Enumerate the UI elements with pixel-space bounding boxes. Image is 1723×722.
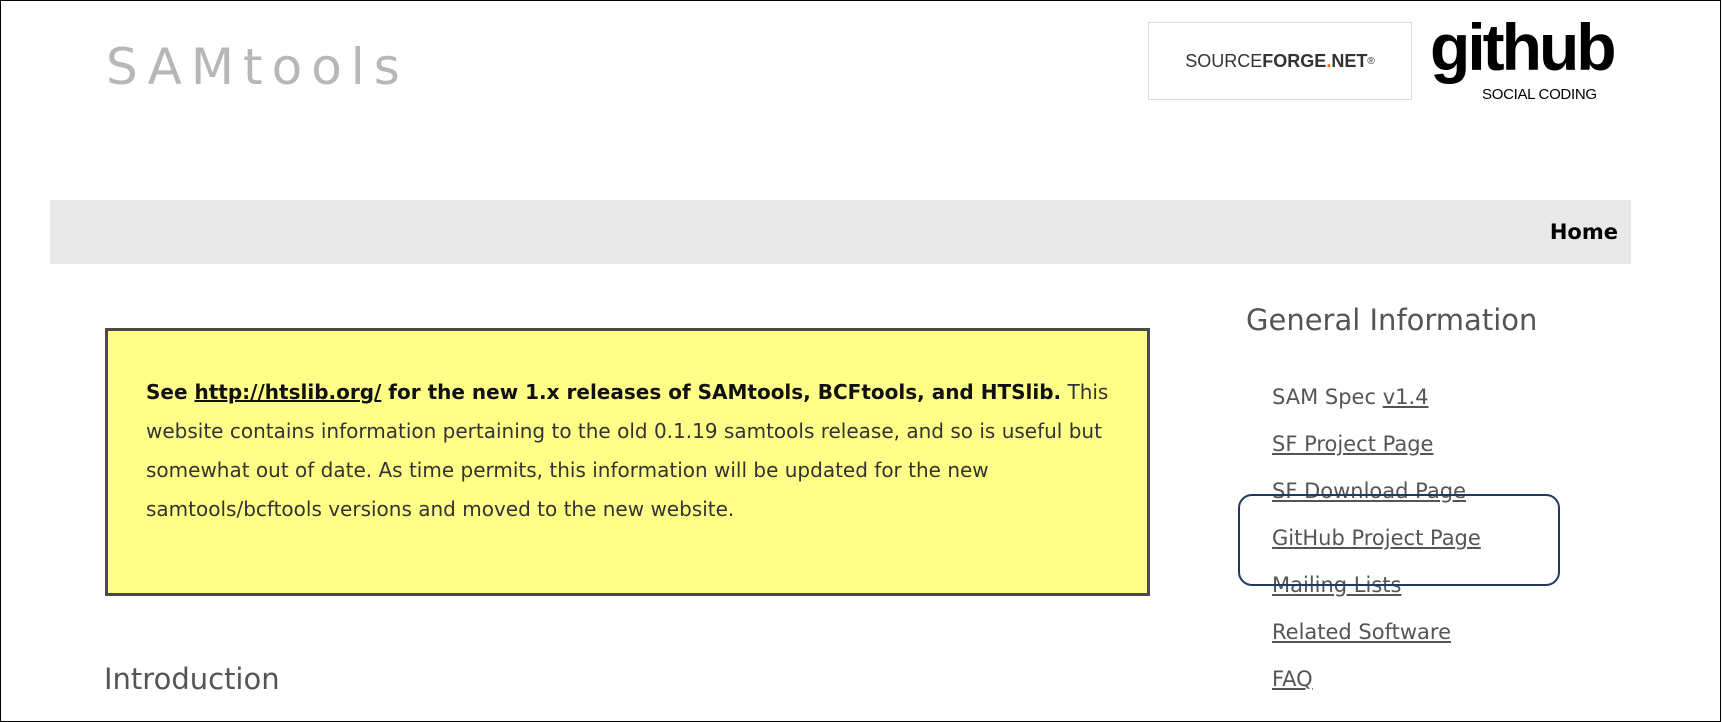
introduction-heading: Introduction — [104, 662, 280, 696]
nav-home-link[interactable]: Home — [1550, 220, 1618, 244]
notice-prefix: See — [146, 380, 195, 404]
sourceforge-logo-part1: SOURCE — [1185, 50, 1263, 71]
related-software-link[interactable]: Related Software — [1272, 620, 1451, 644]
sidebar-item-faq: FAQ — [1272, 656, 1481, 703]
github-link-highlight-box — [1238, 494, 1560, 586]
faq-link[interactable]: FAQ — [1272, 667, 1313, 691]
sidebar-item-related-software: Related Software — [1272, 609, 1481, 656]
sf-project-page-link[interactable]: SF Project Page — [1272, 432, 1433, 456]
sourceforge-logo-part3: NET — [1331, 50, 1368, 71]
nav-bar: Home — [50, 200, 1631, 264]
github-logo-tagline: SOCIAL CODING — [1482, 86, 1597, 103]
notice-bold-text: for the new 1.x releases of SAMtools, BC… — [381, 380, 1062, 404]
github-logo[interactable]: github SOCIAL CODING — [1430, 14, 1620, 106]
sidebar-item-sam-spec: SAM Spec v1.4 — [1272, 374, 1481, 421]
general-information-heading: General Information — [1246, 303, 1538, 337]
sourceforge-logo[interactable]: SOURCE FORGE. NET ® — [1148, 22, 1412, 100]
sourceforge-logo-reg: ® — [1367, 55, 1375, 67]
htslib-link[interactable]: http://htslib.org/ — [195, 380, 382, 404]
sourceforge-logo-part2: FORGE — [1262, 50, 1327, 71]
sam-spec-label: SAM Spec — [1272, 385, 1383, 409]
github-logo-word: github — [1430, 10, 1617, 84]
sidebar-item-sf-project: SF Project Page — [1272, 421, 1481, 468]
site-title: SAMtools — [106, 38, 409, 96]
htslib-notice-box: See http://htslib.org/ for the new 1.x r… — [105, 328, 1150, 596]
sam-spec-version-link[interactable]: v1.4 — [1383, 385, 1429, 409]
